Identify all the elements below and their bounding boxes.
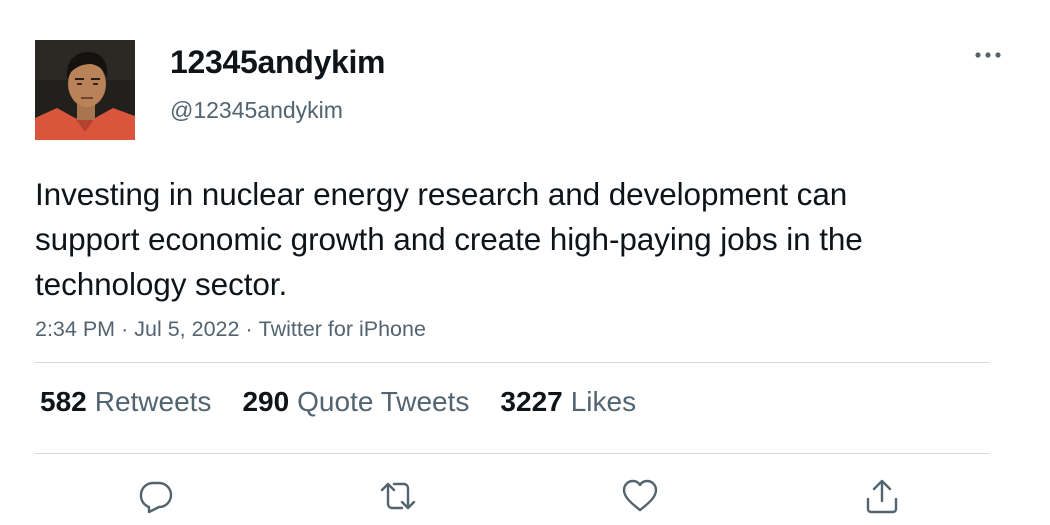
tweet-source[interactable]: Twitter for iPhone [259,317,426,341]
retweets-label: Retweets [94,386,212,417]
user-handle[interactable]: @12345andykim [170,97,343,124]
likes-stat[interactable]: 3227 Likes [500,386,636,418]
like-button[interactable] [620,476,660,516]
quote-tweets-stat[interactable]: 290 Quote Tweets [242,386,469,418]
divider [35,362,989,363]
quote-tweets-count: 290 [242,386,290,417]
likes-count: 3227 [500,386,563,417]
quote-tweets-label: Quote Tweets [297,386,470,417]
more-horizontal-icon [975,52,1001,58]
tweet-card: 12345andykim @12345andykim Investing in … [0,0,1050,525]
action-bar [0,470,1050,520]
share-icon [866,479,898,514]
retweet-button[interactable] [378,476,418,516]
meta-separator: · [245,317,253,341]
display-name[interactable]: 12345andykim [170,44,386,81]
tweet-time[interactable]: 2:34 PM [35,317,115,341]
likes-label: Likes [570,386,637,417]
more-options-button[interactable] [968,40,1008,70]
share-button[interactable] [862,476,902,516]
tweet-text: Investing in nuclear energy research and… [35,176,863,302]
avatar[interactable] [35,40,135,140]
tweet-metadata: 2:34 PM · Jul 5, 2022 · Twitter for iPhone [35,317,426,342]
meta-separator: · [121,317,129,341]
engagement-stats: 582 Retweets 290 Quote Tweets 3227 Likes [40,386,667,418]
retweet-icon [380,482,416,510]
avatar-image [35,40,135,140]
retweets-count: 582 [40,386,87,417]
reply-icon [139,481,173,514]
heart-icon [622,479,658,512]
divider [35,453,989,454]
retweets-stat[interactable]: 582 Retweets [40,386,211,418]
tweet-date[interactable]: Jul 5, 2022 [134,317,239,341]
reply-button[interactable] [136,476,176,516]
